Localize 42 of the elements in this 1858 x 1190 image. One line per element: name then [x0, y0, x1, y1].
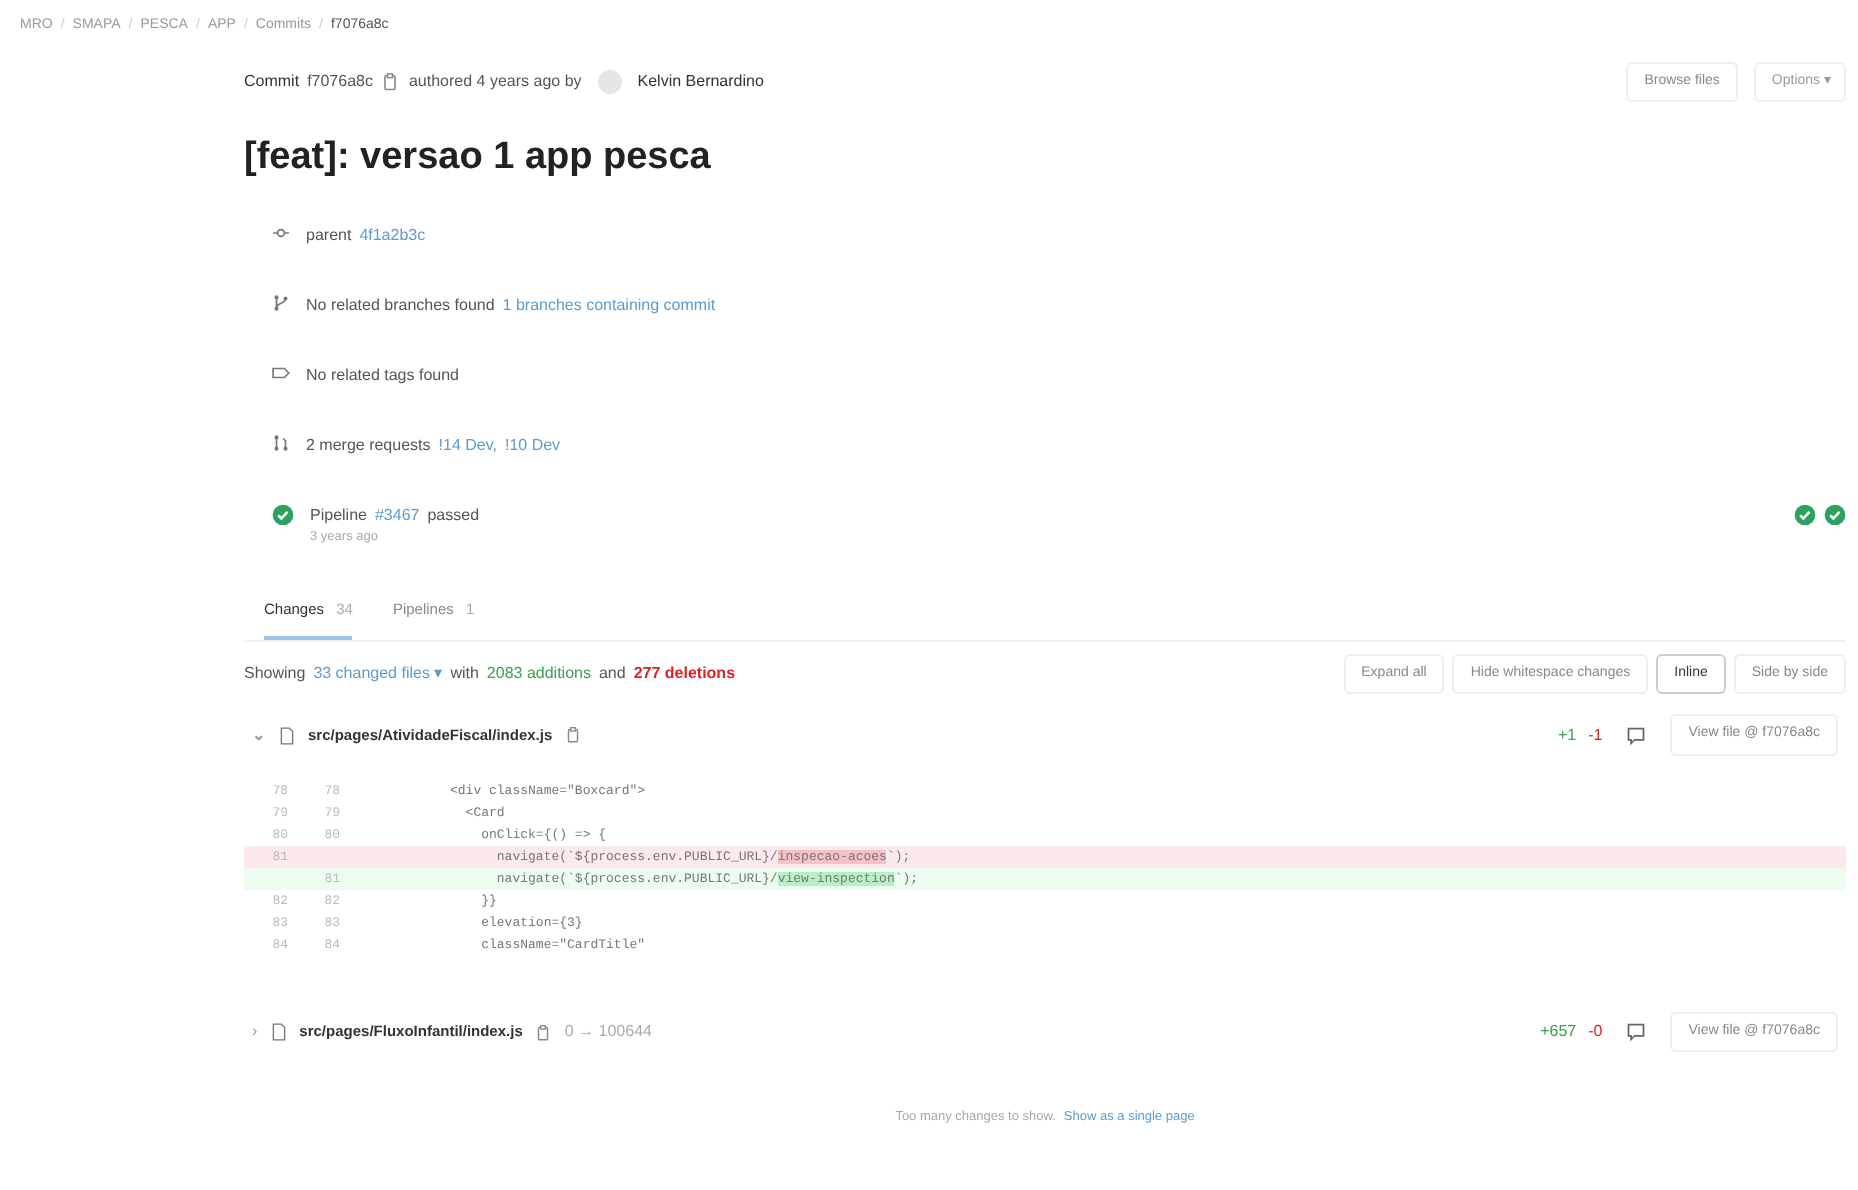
commit-title: [feat]: versao 1 app pesca — [244, 134, 713, 182]
file-icon — [278, 725, 296, 745]
copy-icon — [534, 1023, 553, 1041]
status-text: passed — [427, 503, 480, 527]
summary-text: with — [450, 662, 479, 686]
commit-sha: f7076a8c — [307, 69, 373, 94]
info-text: No related tags found — [306, 363, 459, 387]
info-text: 2 merge requests — [306, 433, 431, 457]
commit-icon — [272, 223, 290, 241]
info-text: No related branches found — [306, 293, 495, 317]
tag-icon — [272, 363, 290, 381]
branch-icon — [272, 293, 290, 311]
passed-status-icon — [272, 503, 294, 525]
commit-label: Commit — [244, 69, 300, 94]
info-link[interactable]: 1 branches containing commit — [502, 293, 716, 317]
info-text: parent — [306, 223, 352, 247]
removed-count: -1 — [1588, 723, 1603, 747]
added-count: +657 — [1540, 1020, 1577, 1044]
file-mode: 0 → 100644 — [564, 1020, 652, 1044]
author-name[interactable]: Kelvin Bernardino — [637, 69, 764, 94]
info-link[interactable]: !14 Dev, — [438, 433, 497, 457]
toggle-caret[interactable]: › — [252, 1020, 258, 1044]
info-link[interactable]: !10 Dev — [504, 433, 561, 457]
merge-request-icon — [272, 433, 290, 451]
info-link[interactable]: 4f1a2b3c — [359, 223, 426, 247]
removed-count: -0 — [1588, 1020, 1603, 1044]
changed-files-link[interactable]: 33 changed files ▾ — [313, 662, 443, 686]
additions-count: 2083 additions — [486, 662, 591, 686]
info-link[interactable]: #3467 — [374, 503, 420, 527]
added-count: +1 — [1558, 723, 1577, 747]
summary-text: and — [598, 662, 626, 686]
avatar — [597, 69, 622, 94]
authored-text: authored 4 years ago by — [408, 69, 582, 94]
toggle-caret[interactable]: ⌄ — [252, 723, 266, 747]
copy-icon — [380, 71, 401, 92]
deletions-count: 277 deletions — [633, 662, 736, 686]
file-icon — [269, 1022, 288, 1042]
info-text: Pipeline — [310, 503, 367, 527]
comment-icon — [1626, 725, 1647, 745]
copy-icon — [564, 726, 583, 744]
summary-text: Showing — [244, 662, 306, 686]
comment-icon — [1626, 1022, 1647, 1042]
